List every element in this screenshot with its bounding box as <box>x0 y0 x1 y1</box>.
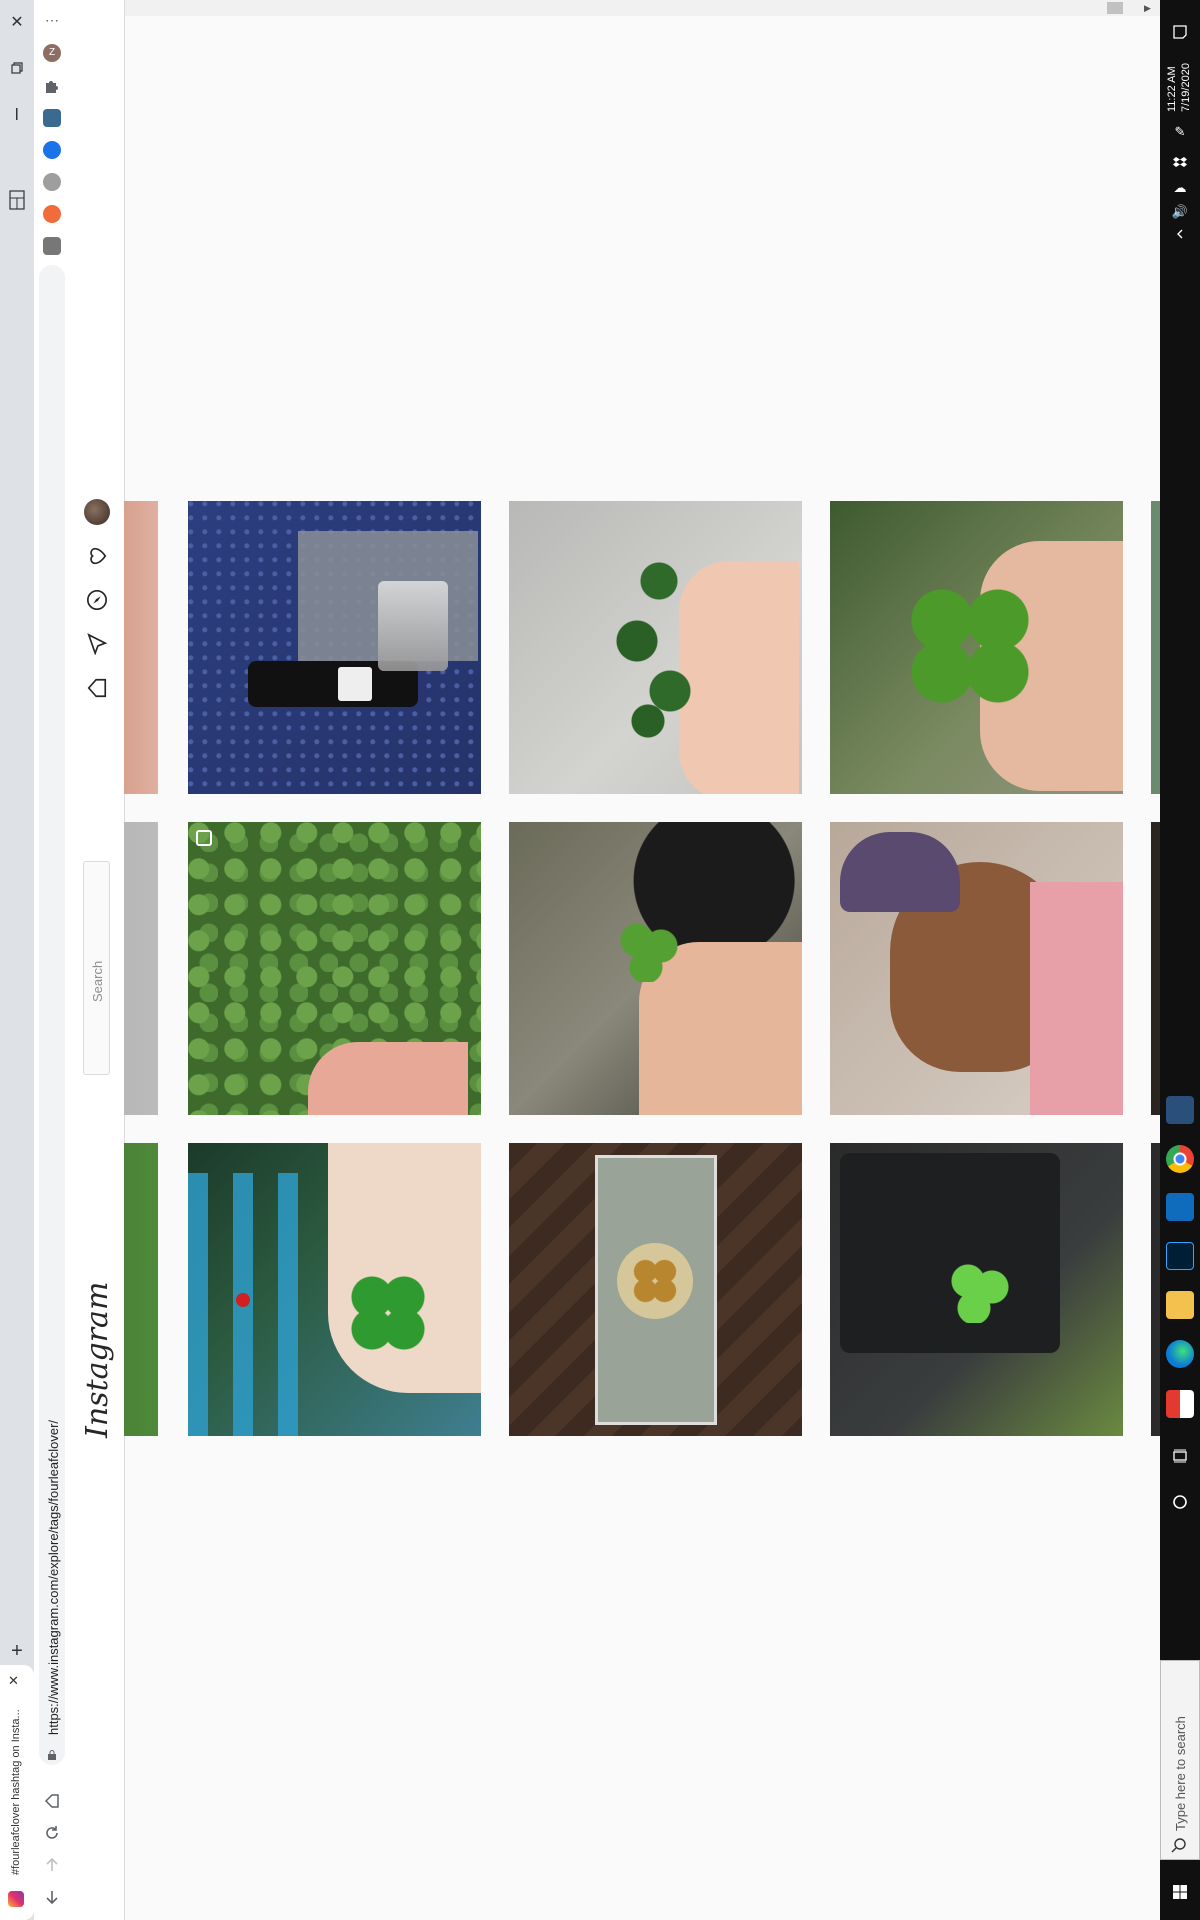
clock-date[interactable]: 7/19/2020 <box>1180 63 1192 112</box>
photoshop-app-icon[interactable] <box>1166 1242 1194 1270</box>
post-tile[interactable] <box>188 822 481 1115</box>
taskbar-search-box[interactable]: Type here to search <box>1160 1660 1200 1860</box>
active-tab[interactable]: ✕ #fourleafclover hashtag on Insta... <box>0 1665 34 1920</box>
post-partial-4[interactable] <box>1151 501 1160 794</box>
url-text: https://www.instagram.com/explore/tags/f… <box>46 1419 61 1735</box>
heart-icon[interactable] <box>84 543 110 569</box>
multiple-photos-icon <box>196 830 212 846</box>
file-explorer-app-icon[interactable] <box>1166 1291 1194 1319</box>
direct-message-icon[interactable] <box>84 631 110 657</box>
forward-icon[interactable] <box>34 1851 70 1879</box>
back-icon[interactable] <box>34 1883 70 1911</box>
post-tile[interactable] <box>830 501 1123 794</box>
pen-icon[interactable]: ✎ <box>1168 120 1192 144</box>
profile-avatar[interactable] <box>84 499 110 525</box>
post-tile[interactable] <box>509 1143 802 1436</box>
cortana-icon[interactable] <box>1168 1490 1192 1514</box>
browser-menu-icon[interactable]: ⋯ <box>34 6 70 34</box>
tab-strip: ✕ + ✕ #fourleafclover hashtag on Insta..… <box>0 0 34 1920</box>
show-hidden-icons[interactable] <box>1168 222 1192 246</box>
new-tab-button[interactable]: + <box>0 1635 34 1667</box>
instagram-favicon-icon <box>8 1891 24 1907</box>
address-bar[interactable]: https://www.instagram.com/explore/tags/f… <box>39 265 65 1765</box>
post-tile[interactable] <box>509 822 802 1115</box>
taskbar-search-placeholder: Type here to search <box>1173 1716 1188 1831</box>
post-partial-5[interactable] <box>1151 822 1160 1115</box>
post-partial-3[interactable] <box>124 1143 158 1436</box>
extension-4-icon[interactable] <box>43 205 61 223</box>
home-icon[interactable] <box>34 1787 70 1815</box>
task-view-icon[interactable] <box>1168 1444 1192 1468</box>
edge-app-icon[interactable] <box>1166 1340 1194 1368</box>
browser-toolbar: ⋯ Z https://www.instagram.com/explore/ta… <box>34 0 71 1920</box>
settings-app-icon[interactable] <box>1166 1096 1194 1124</box>
post-partial-6[interactable] <box>1151 1143 1160 1436</box>
instagram-logo[interactable]: Instagram <box>80 1282 115 1438</box>
extension-5-icon[interactable] <box>43 237 61 255</box>
action-center-icon[interactable] <box>1168 20 1192 44</box>
tab-title: #fourleafclover hashtag on Insta... <box>10 1709 22 1875</box>
search-input[interactable]: Search <box>83 861 110 1075</box>
minimize-window-icon[interactable] <box>0 98 34 130</box>
extension-3-icon[interactable] <box>43 173 61 191</box>
extension-1-icon[interactable] <box>43 109 61 127</box>
home-icon[interactable] <box>84 675 110 701</box>
reload-icon[interactable] <box>34 1819 70 1847</box>
extensions-puzzle-icon[interactable] <box>43 77 61 95</box>
search-placeholder: Search <box>90 960 105 1002</box>
lock-icon <box>47 1747 57 1760</box>
outlook-app-icon[interactable] <box>1166 1193 1194 1221</box>
close-tab-icon[interactable]: ✕ <box>8 1673 19 1689</box>
post-grid <box>124 0 1160 1920</box>
office-app-icon[interactable] <box>1166 1390 1194 1418</box>
search-icon <box>1171 1837 1187 1858</box>
profile-avatar-icon[interactable]: Z <box>43 44 61 62</box>
post-tile[interactable] <box>830 1143 1123 1436</box>
post-tile[interactable] <box>188 1143 481 1436</box>
volume-icon[interactable]: 🔊 <box>1168 200 1192 224</box>
dropbox-icon[interactable] <box>1168 150 1192 174</box>
onedrive-icon[interactable]: ☁ <box>1168 176 1192 200</box>
extension-2-icon[interactable] <box>43 141 61 159</box>
post-partial-1[interactable] <box>124 501 158 794</box>
post-tile[interactable] <box>509 501 802 794</box>
close-window-icon[interactable]: ✕ <box>0 6 34 38</box>
windows-taskbar: 11:22 AM 7/19/2020 ✎ ☁ 🔊 Type here to se… <box>1160 0 1200 1920</box>
explore-compass-icon[interactable] <box>84 587 110 613</box>
chrome-app-icon[interactable] <box>1166 1145 1194 1173</box>
restore-window-icon[interactable] <box>0 52 34 84</box>
tab-search-icon[interactable] <box>0 184 34 216</box>
post-tile[interactable] <box>830 822 1123 1115</box>
windows-start-icon[interactable] <box>1168 1880 1192 1904</box>
post-partial-2[interactable] <box>124 822 158 1115</box>
clock-time[interactable]: 11:22 AM <box>1166 66 1178 112</box>
post-tile[interactable] <box>188 501 481 794</box>
instagram-nav-bar: Search Instagram <box>70 0 125 1920</box>
